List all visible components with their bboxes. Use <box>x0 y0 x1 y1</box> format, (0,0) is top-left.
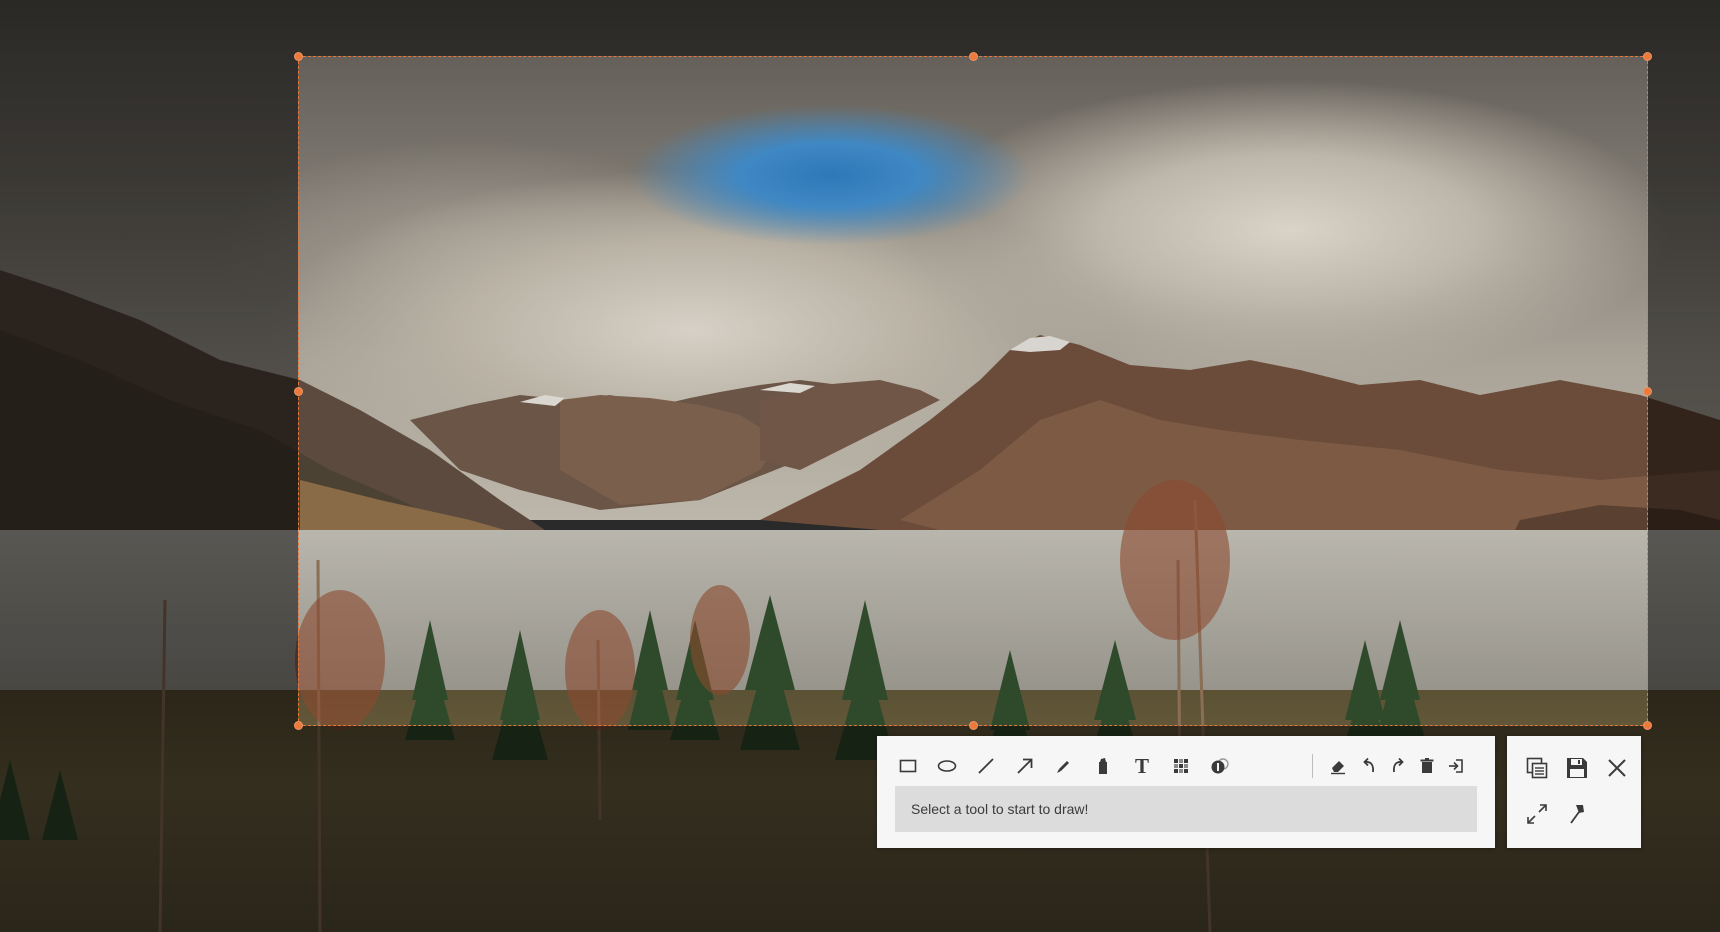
handle-top-right[interactable] <box>1643 52 1652 61</box>
copy-button[interactable] <box>1517 748 1557 788</box>
mosaic-icon <box>1174 759 1188 773</box>
rectangle-icon <box>899 759 917 773</box>
save-button[interactable] <box>1557 748 1597 788</box>
dim-overlay-top <box>0 0 1720 56</box>
text-tool-button[interactable]: T <box>1125 750 1159 782</box>
copy-icon <box>1526 757 1548 779</box>
ellipse-icon <box>937 760 957 772</box>
step-number-icon <box>1211 758 1229 774</box>
mosaic-tool-button[interactable] <box>1164 750 1198 782</box>
line-icon <box>978 758 994 774</box>
step-number-tool-button[interactable] <box>1203 750 1237 782</box>
eraser-button[interactable] <box>1321 750 1355 782</box>
handle-bottom-right[interactable] <box>1643 721 1652 730</box>
fullscreen-icon <box>1527 804 1547 824</box>
arrow-icon <box>1017 758 1033 774</box>
marker-icon <box>1099 758 1107 774</box>
save-icon <box>1567 758 1587 778</box>
pencil-icon <box>1057 761 1069 773</box>
eraser-icon <box>1331 761 1345 775</box>
tool-hint: Select a tool to start to draw! <box>895 786 1477 832</box>
rectangle-tool-button[interactable] <box>891 750 925 782</box>
pin-button[interactable] <box>1557 794 1597 834</box>
exit-icon <box>1449 759 1463 773</box>
pin-icon <box>1570 805 1584 824</box>
marker-tool-button[interactable] <box>1086 750 1120 782</box>
arrow-tool-button[interactable] <box>1008 750 1042 782</box>
capture-selection[interactable] <box>294 52 1652 730</box>
handle-middle-right[interactable] <box>1643 387 1652 396</box>
line-tool-button[interactable] <box>969 750 1003 782</box>
handle-bottom-left[interactable] <box>294 721 303 730</box>
text-icon: T <box>1134 753 1149 778</box>
handle-bottom-center[interactable] <box>969 721 978 730</box>
handle-top-center[interactable] <box>969 52 978 61</box>
exit-button[interactable] <box>1439 750 1473 782</box>
dim-overlay-left <box>0 56 298 726</box>
close-icon <box>1608 759 1626 777</box>
tool-row: T <box>891 750 1481 782</box>
handle-top-left[interactable] <box>294 52 303 61</box>
ellipse-tool-button[interactable] <box>930 750 964 782</box>
pencil-tool-button[interactable] <box>1047 750 1081 782</box>
handle-middle-left[interactable] <box>294 387 303 396</box>
close-button[interactable] <box>1597 748 1637 788</box>
fullscreen-button[interactable] <box>1517 794 1557 834</box>
drawing-toolbar: T Select a tool to start to draw! <box>877 736 1495 848</box>
toolbar-separator <box>1312 754 1313 778</box>
action-panel <box>1507 736 1641 848</box>
undo-icon <box>1363 757 1374 773</box>
redo-icon <box>1393 757 1404 773</box>
dim-overlay-right <box>1648 56 1720 726</box>
delete-icon <box>1420 758 1434 773</box>
